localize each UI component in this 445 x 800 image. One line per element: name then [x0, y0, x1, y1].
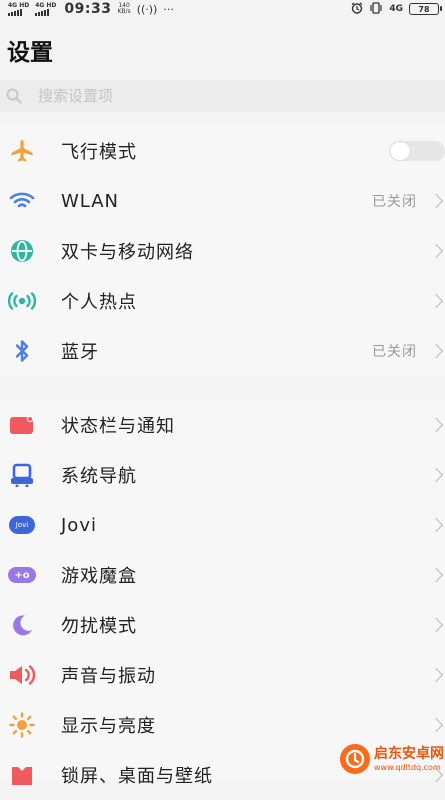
settings-item-jovi[interactable]: Jovi Jovi	[0, 500, 445, 550]
chevron-right-icon	[428, 343, 444, 359]
bluetooth-icon	[8, 337, 36, 365]
speaker-icon	[8, 661, 36, 689]
battery-icon: 78	[409, 3, 442, 15]
item-label: 状态栏与通知	[61, 416, 175, 437]
moon-icon	[8, 611, 36, 639]
page-title: 设置	[7, 40, 53, 66]
sun-icon	[8, 711, 36, 739]
connectivity-group: 飞行模式 WLAN 已关闭 双卡与移动网络 个人热点 蓝牙 已关闭	[0, 126, 445, 376]
chevron-right-icon	[428, 293, 444, 309]
chevron-right-icon	[428, 193, 444, 209]
airplane-icon	[8, 137, 36, 165]
item-label: 蓝牙	[61, 342, 99, 363]
nfc-icon: ((·))	[136, 2, 158, 16]
watermark-name: 启东安卓网	[374, 745, 444, 762]
settings-item-airplane-mode[interactable]: 飞行模式	[0, 126, 445, 176]
settings-item-dual-sim[interactable]: 双卡与移动网络	[0, 226, 445, 276]
watermark: 启东安卓网 www.qdltdq.com	[340, 738, 445, 780]
search-bar[interactable]	[0, 80, 445, 112]
chevron-right-icon	[428, 467, 444, 483]
more-icon: ···	[163, 2, 174, 16]
chevron-right-icon	[428, 417, 444, 433]
item-value: 已关闭	[372, 344, 417, 360]
status-bar: 4G HD 4G HD 09:33 140 KB/s ((·)) ··· 4G …	[0, 0, 445, 18]
item-label: 游戏魔盒	[61, 566, 137, 587]
vibrate-icon	[369, 1, 383, 17]
item-label: Jovi	[61, 514, 97, 536]
item-label: 系统导航	[61, 466, 137, 487]
settings-item-game-box[interactable]: +o 游戏魔盒	[0, 550, 445, 600]
notification-icon	[8, 411, 36, 439]
item-value: 已关闭	[372, 194, 417, 210]
settings-item-system-navigation[interactable]: 系统导航	[0, 450, 445, 500]
gamepad-icon: +o	[8, 561, 36, 589]
settings-item-sound-vibration[interactable]: 声音与振动	[0, 650, 445, 700]
sim2-signal-icon: 4G HD	[35, 2, 56, 16]
watermark-logo-icon	[340, 744, 370, 774]
navigation-icon	[8, 461, 36, 489]
item-label: 双卡与移动网络	[61, 242, 194, 263]
watermark-url: www.qdltdq.com	[374, 762, 441, 772]
alarm-icon	[351, 1, 363, 17]
network-speed: 140 KB/s	[117, 2, 131, 15]
item-label: WLAN	[61, 190, 120, 212]
chevron-right-icon	[428, 667, 444, 683]
globe-icon	[8, 237, 36, 265]
hotspot-icon	[8, 287, 36, 315]
item-label: 锁屏、桌面与壁纸	[61, 766, 213, 787]
wallpaper-icon	[8, 761, 36, 789]
settings-item-status-bar-notifications[interactable]: 状态栏与通知	[0, 400, 445, 450]
chevron-right-icon	[428, 717, 444, 733]
status-time: 09:33	[64, 1, 112, 17]
chevron-right-icon	[428, 243, 444, 259]
chevron-right-icon	[428, 567, 444, 583]
settings-item-do-not-disturb[interactable]: 勿扰模式	[0, 600, 445, 650]
search-input[interactable]	[36, 86, 420, 106]
chevron-right-icon	[428, 517, 444, 533]
settings-item-hotspot[interactable]: 个人热点	[0, 276, 445, 326]
item-label: 个人热点	[61, 292, 137, 313]
sim1-signal-icon: 4G HD	[8, 2, 29, 16]
settings-item-wlan[interactable]: WLAN 已关闭	[0, 176, 445, 226]
item-label: 声音与振动	[61, 666, 156, 687]
chevron-right-icon	[428, 617, 444, 633]
wifi-icon	[8, 187, 36, 215]
device-group: 状态栏与通知 系统导航 Jovi Jovi +o 游戏魔盒 勿扰模式 声音与振动	[0, 400, 445, 787]
airplane-mode-toggle[interactable]	[389, 141, 445, 161]
jovi-icon: Jovi	[8, 511, 36, 539]
item-label: 显示与亮度	[61, 716, 156, 737]
network-type-icon: 4G	[389, 4, 403, 14]
search-icon	[6, 88, 22, 104]
item-label: 飞行模式	[61, 142, 137, 163]
settings-item-bluetooth[interactable]: 蓝牙 已关闭	[0, 326, 445, 376]
item-label: 勿扰模式	[61, 616, 137, 637]
